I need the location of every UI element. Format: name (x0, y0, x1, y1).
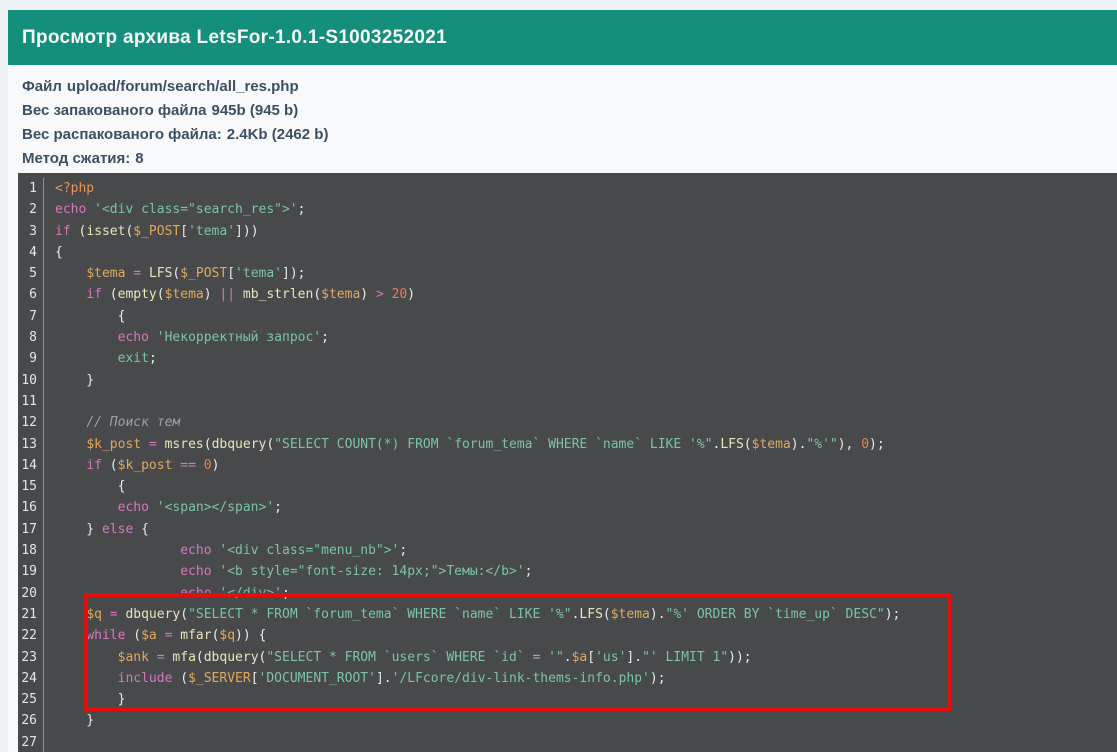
line-number: 21 (18, 604, 44, 625)
code-line: 23 $ank = mfa(dbquery("SELECT * FROM `us… (18, 647, 1117, 668)
meta-file-value: upload/forum/search/all_res.php (67, 78, 299, 95)
line-number: 7 (18, 306, 44, 327)
line-number: 1 (18, 178, 44, 199)
code-line: 6 if (empty($tema) || mb_strlen($tema) >… (18, 284, 1117, 305)
code-line-content: include ($_SERVER['DOCUMENT_ROOT'].'/LFc… (44, 668, 666, 689)
line-number: 10 (18, 370, 44, 391)
line-number: 24 (18, 668, 44, 689)
code-line-content: echo 'Некорректный запрос'; (44, 327, 329, 348)
code-line-content (44, 732, 55, 752)
line-number: 6 (18, 284, 44, 305)
code-line-content: } (44, 689, 125, 710)
header-bar: Просмотр архива LetsFor-1.0.1-S100325202… (8, 10, 1117, 65)
code-line-content: if (isset($_POST['tema'])) (44, 221, 259, 242)
code-line-content: echo '<div class="search_res">'; (44, 199, 305, 220)
code-line-content: $k_post = msres(dbquery("SELECT COUNT(*)… (44, 434, 885, 455)
line-number: 8 (18, 327, 44, 348)
code-line: 1<?php (18, 178, 1117, 199)
line-number: 4 (18, 242, 44, 263)
meta-compression-method-label: Метод сжатия: (22, 150, 130, 167)
line-number: 20 (18, 583, 44, 604)
meta-compression-method: Метод сжатия: 8 (22, 147, 1103, 171)
code-line: 27 (18, 732, 1117, 752)
line-number: 26 (18, 710, 44, 731)
meta-file: Файл upload/forum/search/all_res.php (22, 75, 1103, 99)
code-line-content: if ($k_post == 0) (44, 455, 219, 476)
line-number: 18 (18, 540, 44, 561)
code-line: 8 echo 'Некорректный запрос'; (18, 327, 1117, 348)
code-line: 13 $k_post = msres(dbquery("SELECT COUNT… (18, 434, 1117, 455)
code-line: 26 } (18, 710, 1117, 731)
code-line-content: exit; (44, 348, 157, 369)
line-number: 9 (18, 348, 44, 369)
line-number: 22 (18, 625, 44, 646)
code-line-content: echo '</div>'; (44, 583, 290, 604)
code-line: 12 // Поиск тем (18, 412, 1117, 433)
meta-packed-size-value: 945b (945 b) (212, 102, 299, 119)
code-line: 2echo '<div class="search_res">'; (18, 199, 1117, 220)
code-lines: 1<?php2echo '<div class="search_res">';3… (18, 178, 1117, 752)
code-line: 25 } (18, 689, 1117, 710)
code-line: 24 include ($_SERVER['DOCUMENT_ROOT'].'/… (18, 668, 1117, 689)
meta-file-label: Файл (22, 78, 62, 95)
code-line: 9 exit; (18, 348, 1117, 369)
code-line: 18 echo '<div class="menu_nb">'; (18, 540, 1117, 561)
code-line-content: { (44, 476, 125, 497)
line-number: 25 (18, 689, 44, 710)
code-line-content: echo '<span></span>'; (44, 497, 282, 518)
code-line-content: } (44, 710, 94, 731)
meta-packed-size-label: Вес запакованого файла (22, 102, 207, 119)
code-line-content: $q = dbquery("SELECT * FROM `forum_tema`… (44, 604, 900, 625)
code-line-content: if (empty($tema) || mb_strlen($tema) > 2… (44, 284, 415, 305)
code-line: 22 while ($a = mfar($q)) { (18, 625, 1117, 646)
line-number: 2 (18, 199, 44, 220)
code-line-content: } else { (44, 519, 149, 540)
code-line: 7 { (18, 306, 1117, 327)
code-line-content: { (44, 306, 125, 327)
meta-unpacked-size-value: 2.4Kb (2462 b) (227, 126, 329, 143)
code-line: 15 { (18, 476, 1117, 497)
meta-unpacked-size-label: Вес распакованого файла: (22, 126, 222, 143)
code-line: 20 echo '</div>'; (18, 583, 1117, 604)
content-container: Просмотр архива LetsFor-1.0.1-S100325202… (8, 10, 1117, 752)
code-line-content: <?php (44, 178, 94, 199)
meta-unpacked-size: Вес распакованого файла: 2.4Kb (2462 b) (22, 123, 1103, 147)
code-line: 14 if ($k_post == 0) (18, 455, 1117, 476)
line-number: 19 (18, 561, 44, 582)
meta-compression-method-value: 8 (135, 150, 143, 167)
code-line: 5 $tema = LFS($_POST['tema']); (18, 263, 1117, 284)
code-line: 10 } (18, 370, 1117, 391)
line-number: 3 (18, 221, 44, 242)
code-line-content: // Поиск тем (44, 412, 180, 433)
code-line-content: $ank = mfa(dbquery("SELECT * FROM `users… (44, 647, 752, 668)
code-line-content (44, 391, 55, 412)
code-line: 17 } else { (18, 519, 1117, 540)
code-line: 19 echo '<b style="font-size: 14px;">Тем… (18, 561, 1117, 582)
line-number: 12 (18, 412, 44, 433)
code-line: 3if (isset($_POST['tema'])) (18, 221, 1117, 242)
line-number: 16 (18, 497, 44, 518)
line-number: 15 (18, 476, 44, 497)
line-number: 11 (18, 391, 44, 412)
line-number: 27 (18, 732, 44, 752)
code-block: 1<?php2echo '<div class="search_res">';3… (18, 173, 1117, 752)
line-number: 13 (18, 434, 44, 455)
code-line: 4{ (18, 242, 1117, 263)
code-line: 11 (18, 391, 1117, 412)
code-line: 16 echo '<span></span>'; (18, 497, 1117, 518)
meta-packed-size: Вес запакованого файла 945b (945 b) (22, 99, 1103, 123)
file-meta: Файл upload/forum/search/all_res.php Вес … (8, 65, 1117, 171)
code-line-content: echo '<div class="menu_nb">'; (44, 540, 407, 561)
code-line-content: echo '<b style="font-size: 14px;">Темы:<… (44, 561, 532, 582)
line-number: 17 (18, 519, 44, 540)
page-title: Просмотр архива LetsFor-1.0.1-S100325202… (22, 27, 447, 49)
code-line-content: $tema = LFS($_POST['tema']); (44, 263, 306, 284)
line-number: 23 (18, 647, 44, 668)
code-line-content: { (44, 242, 63, 263)
code-line: 21 $q = dbquery("SELECT * FROM `forum_te… (18, 604, 1117, 625)
code-line-content: while ($a = mfar($q)) { (44, 625, 266, 646)
line-number: 14 (18, 455, 44, 476)
code-line-content: } (44, 370, 94, 391)
line-number: 5 (18, 263, 44, 284)
